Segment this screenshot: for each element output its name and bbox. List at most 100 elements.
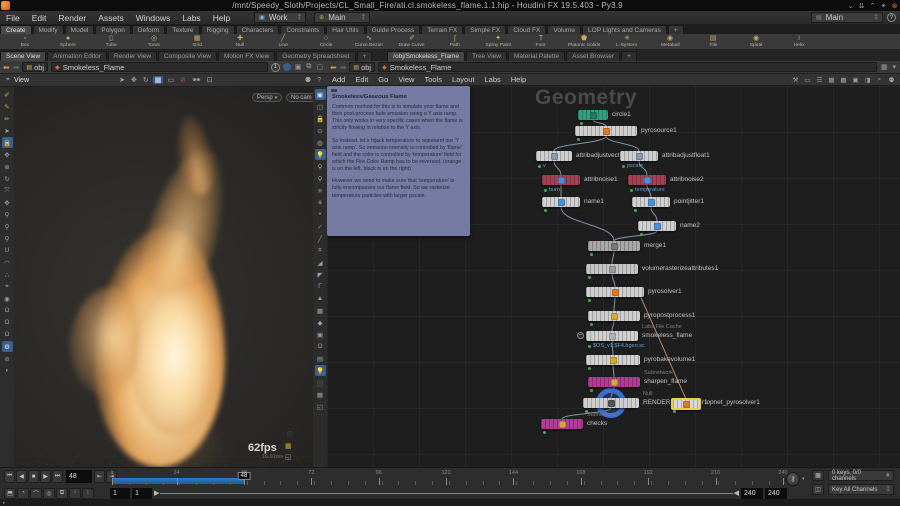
keyframe-options-icon[interactable]: ▩ <box>812 470 824 481</box>
keys-summary-box[interactable]: 0 keys, 0/0 channels ≜ <box>828 470 894 482</box>
key-mode-dropdown[interactable]: Key All Channels ‡ <box>828 484 894 495</box>
viewport-tool-icon[interactable]: ⊘ <box>2 353 13 364</box>
pane-tab-geometry-spreadsheet[interactable]: Geometry Spreadsheet <box>276 51 356 61</box>
node-lopnet-pyrosolver1[interactable] <box>671 398 701 410</box>
display-option-icon[interactable]: ⚲ <box>315 161 326 172</box>
pane-tab-render-view[interactable]: Render View <box>107 51 158 61</box>
viewport-tool-icon[interactable]: ✎ <box>2 101 13 112</box>
network-menu-labs[interactable]: Labs <box>479 75 505 84</box>
menu-help[interactable]: Help <box>207 13 236 23</box>
display-option-icon[interactable]: ▦ <box>315 389 326 400</box>
viewport-tool-icon[interactable]: ◉ <box>2 293 13 304</box>
viewport-tool-icon[interactable]: Ω <box>2 305 13 316</box>
output-flag-dot[interactable] <box>544 188 547 192</box>
shelf-tab-rigging[interactable]: Rigging <box>200 25 235 34</box>
shelf-tab-item[interactable]: + <box>667 25 684 34</box>
node-checks[interactable] <box>541 419 583 429</box>
shelf-tab-polygon[interactable]: Polygon <box>95 25 131 34</box>
window-control-icon[interactable]: ✴ <box>878 2 889 10</box>
viewport-tool-icon[interactable]: ✥ <box>2 149 13 160</box>
transport-item[interactable]: ⏮ <box>4 470 15 483</box>
viewport-layout-icon[interactable]: ▦ <box>152 76 164 84</box>
display-option-icon[interactable]: ⚘ <box>315 197 326 208</box>
transport-item[interactable]: ▶ <box>40 470 51 483</box>
network-menu-help[interactable]: Help <box>506 75 531 84</box>
shelf-tab-simple-fx[interactable]: Simple FX <box>464 25 507 34</box>
shelf-tab-volume[interactable]: Volume <box>547 25 582 34</box>
shelf-tool-spiral[interactable]: ◉ Spiral <box>735 35 777 49</box>
network-breadcrumb-root[interactable]: ▤ obj <box>349 62 376 72</box>
chevron-down-icon[interactable]: ▾ <box>802 476 805 482</box>
shelf-tool-l-system[interactable]: ✳ L-System <box>606 35 648 49</box>
playhead[interactable]: 48 <box>237 472 251 480</box>
shelf-tab-model[interactable]: Model <box>64 25 95 34</box>
display-option-icon[interactable]: ▣ <box>314 89 326 100</box>
display-option-icon[interactable]: ⓘ <box>315 377 326 388</box>
window-control-icon[interactable]: ⊗ <box>889 2 900 10</box>
viewport-tool-icon[interactable]: ⚲ <box>2 209 13 220</box>
viewport-tool-icon[interactable]: ✐ <box>2 89 13 100</box>
viewport-tool-icon[interactable]: ✏ <box>2 113 13 124</box>
display-option-icon[interactable]: • <box>315 209 326 220</box>
shelf-tool-null[interactable]: ✚ Null <box>219 35 261 49</box>
output-flag-dot[interactable] <box>588 367 591 370</box>
back-icon[interactable]: ⬅ <box>330 63 337 72</box>
shelf-tool-helix[interactable]: ≀ Helix <box>778 35 820 49</box>
node-volumerasterizeattributes1[interactable] <box>586 264 638 274</box>
shelf-tool-curve-bezier[interactable]: ∿ Curve Bezier <box>348 35 390 49</box>
display-option-icon[interactable]: ✓ <box>315 221 326 232</box>
output-flag-dot[interactable] <box>544 209 547 212</box>
network-toolbar-icon[interactable]: ▦ <box>827 75 836 84</box>
output-flag-dot[interactable] <box>590 323 593 326</box>
node-attribadjustfloat1[interactable] <box>620 151 658 161</box>
pane-tab-tree-view[interactable]: Tree View <box>466 51 507 61</box>
network-menu-layout[interactable]: Layout <box>447 75 480 84</box>
pane-tab-animation-editor[interactable]: Animation Editor <box>47 51 107 61</box>
shelf-tab-characters[interactable]: Characters <box>235 25 280 34</box>
playback-range-slider[interactable]: ▶ ◀ <box>154 488 739 499</box>
node-attribnoise1[interactable] <box>542 175 580 185</box>
node-attribadjustvector1[interactable] <box>536 151 572 161</box>
node-pyrosource1[interactable] <box>575 126 637 136</box>
record-icon[interactable]: ⊘ <box>178 76 188 84</box>
network-menu-tools[interactable]: Tools <box>419 75 447 84</box>
main-take-selector[interactable]: ⊕ Main ‡ <box>314 12 371 23</box>
range-slider-right-handle[interactable]: ◀ <box>734 489 739 497</box>
network-breadcrumb[interactable]: ◆ Smokeless_Flame <box>378 62 877 72</box>
forward-icon[interactable]: ➡ <box>340 63 347 72</box>
playbar-option-icon[interactable]: ⬒ <box>4 487 16 499</box>
pane-tab-material-palette[interactable]: Material Palette <box>507 51 566 61</box>
node-name2[interactable] <box>638 221 676 231</box>
display-option-icon[interactable]: ◆ <box>315 317 326 328</box>
output-flag-dot[interactable] <box>590 389 593 392</box>
network-toolbar-icon[interactable]: ▣ <box>851 75 860 84</box>
copy-icon[interactable]: ⧉ <box>305 63 312 71</box>
menu-render[interactable]: Render <box>52 13 92 23</box>
transport-item[interactable]: ■ <box>28 470 39 483</box>
viewport-tool-icon[interactable]: ⊕ <box>2 161 13 172</box>
menu-labs[interactable]: Labs <box>176 13 206 23</box>
display-option-icon[interactable]: ▣ <box>315 329 326 340</box>
transport-item[interactable]: ⏭ <box>52 470 63 483</box>
shelf-tool-box[interactable]: ▫ Box <box>4 35 46 49</box>
network-menu-edit[interactable]: Edit <box>350 75 373 84</box>
display-option-icon[interactable]: ◢ <box>315 257 326 268</box>
network-toolbar-icon[interactable]: ☰ <box>815 75 824 84</box>
snapshot-badge[interactable]: 1 <box>270 62 280 72</box>
window-control-icon[interactable]: ⌄ <box>845 2 856 10</box>
shelf-tab-deform[interactable]: Deform <box>131 25 166 34</box>
display-option-icon[interactable]: ✳ <box>315 185 326 196</box>
shade-mode-icon[interactable]: 🕶 <box>190 76 203 84</box>
scene-viewport[interactable]: Persp▾ No cam ▾ 62fps 16.01ms ▦ ◱ ⓘ <box>0 87 327 467</box>
network-editor[interactable]: Geometry Smokeless/Gaseous Flame Common … <box>327 86 900 467</box>
forward-icon[interactable]: ➡ <box>13 63 20 72</box>
viewport-tool-icon[interactable]: 🔒 <box>1 137 13 148</box>
snapshot-icon[interactable] <box>282 63 291 71</box>
shelf-tool-spray-paint[interactable]: ✦ Spray Paint <box>477 35 519 49</box>
viewport-tool-icon[interactable]: ⤧ <box>2 185 13 196</box>
shelf-tool-metaball[interactable]: ◉ Metaball <box>649 35 691 49</box>
playbar-option-icon[interactable]: ⧉ <box>56 487 68 499</box>
select-tool-icon[interactable]: ➤ <box>117 76 127 84</box>
viewport-tool-icon[interactable]: ↻ <box>2 173 13 184</box>
viewport-tool-icon[interactable]: ⚲ <box>2 221 13 232</box>
